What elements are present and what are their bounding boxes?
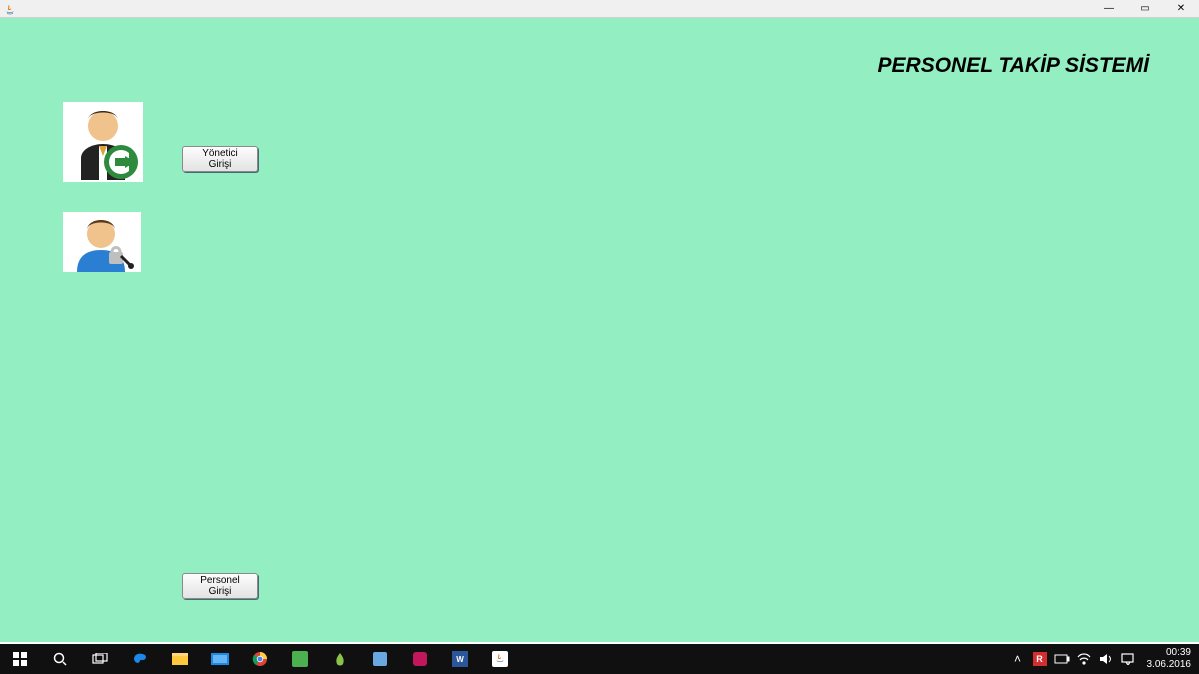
window-titlebar: — ▭ ✕ <box>0 0 1199 18</box>
action-center-icon[interactable] <box>1119 644 1137 674</box>
clock-time: 00:39 <box>1147 647 1192 659</box>
windows-taskbar: W ˄ R 00:39 3.06.2016 <box>0 644 1199 674</box>
app-content: PERSONEL TAKİP SİSTEMİ Yönetici Girişi <box>0 18 1199 642</box>
taskbar-clock[interactable]: 00:39 3.06.2016 <box>1141 647 1198 671</box>
app-title-label: PERSONEL TAKİP SİSTEMİ <box>878 54 1149 78</box>
battery-tray-icon[interactable] <box>1053 644 1071 674</box>
file-explorer-icon[interactable] <box>160 644 200 674</box>
search-icon[interactable] <box>40 644 80 674</box>
wifi-tray-icon[interactable] <box>1075 644 1093 674</box>
window-minimize-button[interactable]: — <box>1091 0 1127 17</box>
personnel-login-button[interactable]: Personel Girişi <box>182 573 258 599</box>
clock-date: 3.06.2016 <box>1147 659 1192 671</box>
personnel-user-icon <box>63 212 141 272</box>
cube-app-icon[interactable] <box>360 644 400 674</box>
window-maximize-button[interactable]: ▭ <box>1127 0 1163 17</box>
chrome-browser-icon[interactable] <box>240 644 280 674</box>
volume-tray-icon[interactable] <box>1097 644 1115 674</box>
start-button[interactable] <box>0 644 40 674</box>
window-close-button[interactable]: ✕ <box>1163 0 1199 17</box>
camtasia-icon[interactable] <box>280 644 320 674</box>
pink-app-icon[interactable] <box>400 644 440 674</box>
java-app-icon <box>4 3 16 15</box>
mail-app-icon[interactable] <box>200 644 240 674</box>
taskbar-left-group: W <box>0 644 520 674</box>
pear-app-icon[interactable] <box>320 644 360 674</box>
edge-browser-icon[interactable] <box>120 644 160 674</box>
window-controls: — ▭ ✕ <box>1091 0 1199 17</box>
admin-login-button[interactable]: Yönetici Girişi <box>182 146 258 172</box>
admin-user-icon <box>63 102 143 182</box>
tray-chevron-icon[interactable]: ˄ <box>1009 644 1027 674</box>
avira-tray-icon[interactable]: R <box>1031 644 1049 674</box>
word-app-icon[interactable]: W <box>440 644 480 674</box>
task-view-icon[interactable] <box>80 644 120 674</box>
system-tray: ˄ R 00:39 3.06.2016 <box>1009 644 1199 674</box>
java-app-taskbar-icon[interactable] <box>480 644 520 674</box>
